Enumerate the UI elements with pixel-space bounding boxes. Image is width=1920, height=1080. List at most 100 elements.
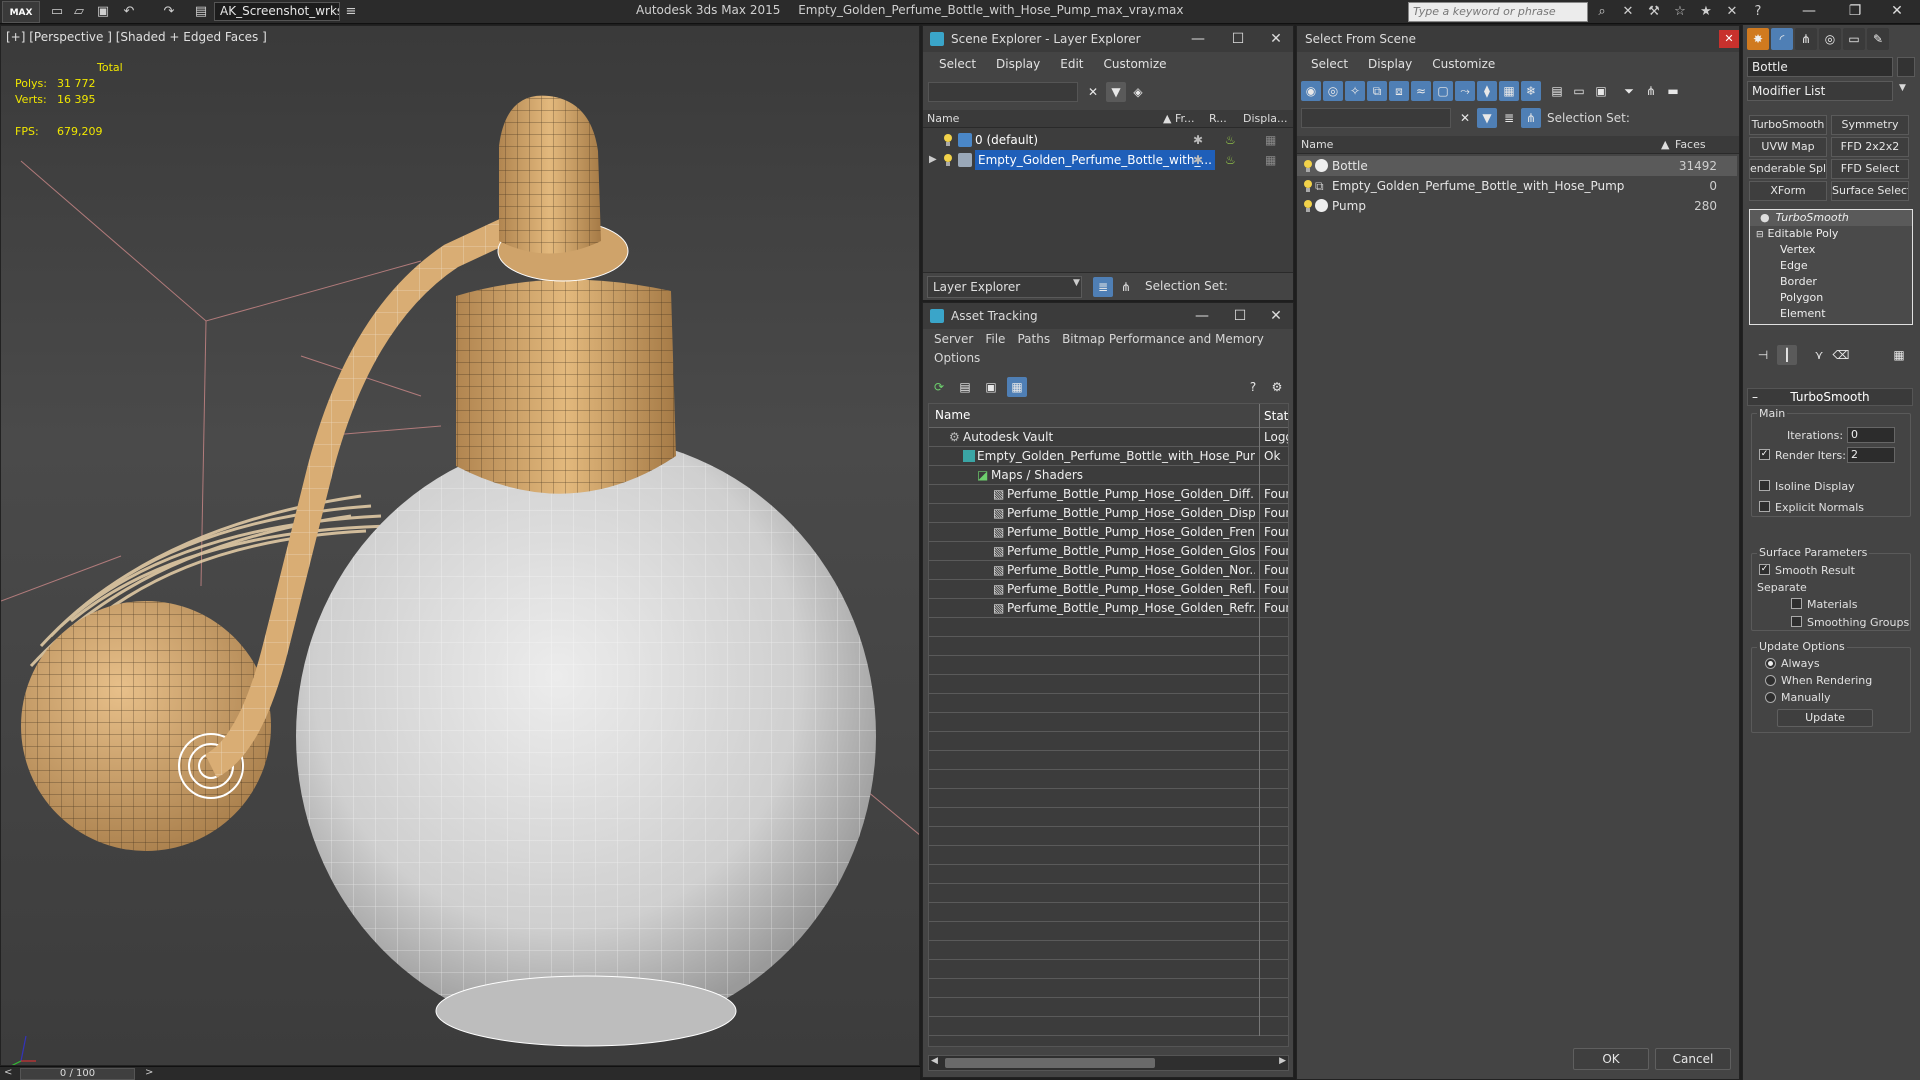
display-icon[interactable]: ▦	[1265, 150, 1276, 170]
always-radio[interactable]	[1765, 658, 1776, 669]
remove-modifier-icon[interactable]: ⌫	[1831, 345, 1851, 365]
symmetry-button[interactable]: Symmetry	[1831, 115, 1909, 135]
ss-menu-customize[interactable]: Customize	[1422, 52, 1505, 76]
lightbulb-icon[interactable]	[1303, 159, 1313, 173]
table-row[interactable]: ▧ Perfume_Bottle_Pump_Hose_Golden_Refr..…	[929, 599, 1288, 618]
stack-item-editable-poly[interactable]: ⊟ Editable Poly	[1750, 226, 1912, 242]
explorer-type-dropdown[interactable]: Layer Explorer	[927, 276, 1082, 298]
binoculars-icon[interactable]: ⌕	[1592, 2, 1612, 22]
at-menu-options[interactable]: Options	[934, 351, 980, 365]
object-name-field[interactable]: Bottle	[1747, 57, 1893, 77]
scene-explorer-search-input[interactable]	[928, 82, 1078, 102]
layers-icon[interactable]: ≣	[1499, 108, 1519, 128]
layers-icon[interactable]: ≣	[1093, 277, 1113, 297]
select-scene-close-button[interactable]: ✕	[1719, 30, 1739, 48]
cameras-filter-icon[interactable]: ⧉	[1367, 81, 1387, 101]
when-rendering-radio[interactable]	[1765, 675, 1776, 686]
chevron-down-icon[interactable]: ▼	[1073, 278, 1080, 288]
isoline-display-checkbox[interactable]	[1759, 480, 1770, 491]
project-folder-icon[interactable]: ▤	[192, 3, 210, 21]
horizontal-scrollbar[interactable]: ◀ ▶	[928, 1055, 1289, 1071]
expand-arrow-icon[interactable]: ▶	[929, 150, 937, 170]
hierarchy-icon[interactable]: ⋔	[1116, 277, 1136, 297]
ffd-select-button[interactable]: FFD Select	[1831, 159, 1909, 179]
at-menu-bitmap-performance[interactable]: Bitmap Performance and Memory	[1056, 329, 1270, 349]
at-menu-paths[interactable]: Paths	[1011, 329, 1056, 349]
stack-item-border[interactable]: Border	[1750, 274, 1912, 290]
cancel-button[interactable]: Cancel	[1655, 1048, 1731, 1070]
layer-add-icon[interactable]: ◈	[1128, 82, 1148, 102]
se-col-render[interactable]: R...	[1209, 112, 1227, 125]
modify-tab-icon[interactable]: ◜	[1771, 28, 1793, 50]
time-slider[interactable]: 0 / 100	[20, 1068, 135, 1080]
modifier-list-dropdown[interactable]: Modifier List	[1747, 81, 1893, 101]
refresh-icon[interactable]: ⟳	[929, 377, 949, 397]
stack-item-turbosmooth[interactable]: ● TurboSmooth	[1750, 210, 1912, 226]
scroll-right-icon[interactable]: ▶	[1279, 1056, 1286, 1066]
xform-button[interactable]: XForm	[1749, 181, 1827, 201]
pin-stack-icon[interactable]: ⊣	[1753, 345, 1773, 365]
display-icon[interactable]: ▦	[1265, 130, 1276, 150]
scroll-thumb[interactable]	[945, 1058, 1155, 1068]
clear-search-icon[interactable]: ✕	[1083, 82, 1103, 102]
restore-button[interactable]: ❐	[1832, 0, 1878, 24]
sort-up-icon[interactable]: ▲	[1661, 138, 1669, 151]
renderable-spline-button[interactable]: enderable Splin	[1749, 159, 1827, 179]
redo-icon[interactable]: ↷	[160, 3, 178, 21]
collapse-minus-icon[interactable]: –	[1752, 389, 1758, 405]
table-row[interactable]: ⚙ Autodesk Vault Logged	[929, 428, 1288, 447]
save-icon[interactable]: ▣	[94, 3, 112, 21]
at-maximize-button[interactable]: ☐	[1225, 303, 1255, 329]
bones-filter-icon[interactable]: ⧫	[1477, 81, 1497, 101]
ss-col-faces[interactable]: Faces	[1675, 138, 1706, 151]
favorites-icon[interactable]: ★	[1696, 2, 1716, 22]
ss-col-name[interactable]: Name	[1301, 138, 1333, 151]
scroll-left-icon[interactable]: ◀	[931, 1056, 938, 1066]
hierarchy-filter-icon[interactable]: ⋔	[1641, 81, 1661, 101]
se-menu-display[interactable]: Display	[986, 52, 1050, 76]
help-icon[interactable]: ?	[1243, 377, 1263, 397]
list-item[interactable]: Pump 280	[1297, 196, 1737, 216]
table-row[interactable]: ▧ Perfume_Bottle_Pump_Hose_Golden_Refl..…	[929, 580, 1288, 599]
lights-filter-icon[interactable]: ✧	[1345, 81, 1365, 101]
ffd-2x2x2-button[interactable]: FFD 2x2x2	[1831, 137, 1909, 157]
select-none-icon[interactable]: ▭	[1569, 81, 1589, 101]
undo-icon[interactable]: ↶	[120, 3, 138, 21]
select-scene-search-input[interactable]	[1301, 108, 1451, 128]
app-logo[interactable]: MAX	[2, 1, 40, 23]
workspace-menu-icon[interactable]: ≡	[342, 3, 360, 21]
settings-icon[interactable]: ⚙	[1267, 377, 1287, 397]
select-all-icon[interactable]: ▤	[1547, 81, 1567, 101]
table-row[interactable]: Empty_Golden_Perfume_Bottle_with_Hose_Pu…	[929, 447, 1288, 466]
stack-item-element[interactable]: Element	[1750, 306, 1912, 322]
se-col-display[interactable]: Displa...	[1243, 112, 1288, 125]
iterations-spinner[interactable]: 0	[1847, 427, 1895, 443]
at-menu-file[interactable]: File	[979, 329, 1011, 349]
se-col-name[interactable]: Name	[927, 112, 959, 125]
open-file-icon[interactable]: ▱	[70, 3, 88, 21]
configure-sets-icon[interactable]: ▦	[1889, 345, 1909, 365]
se-menu-edit[interactable]: Edit	[1050, 52, 1093, 76]
communication-icon[interactable]: ☆	[1670, 2, 1690, 22]
manually-radio[interactable]	[1765, 692, 1776, 703]
list-item[interactable]: ⧉ Empty_Golden_Perfume_Bottle_with_Hose_…	[1297, 176, 1737, 196]
help-icon[interactable]: ?	[1748, 2, 1768, 22]
table-row[interactable]: ▧ Perfume_Bottle_Pump_Hose_Golden_Glos..…	[929, 542, 1288, 561]
scene-explorer-maximize-button[interactable]: ☐	[1223, 26, 1253, 52]
at-col-name[interactable]: Name	[935, 408, 970, 422]
render-teapot-icon[interactable]: ♨	[1225, 130, 1236, 150]
ss-menu-select[interactable]: Select	[1301, 52, 1358, 76]
explicit-normals-checkbox[interactable]	[1759, 501, 1770, 512]
table-view-icon[interactable]: ▦	[1007, 377, 1027, 397]
scene-explorer-close-button[interactable]: ✕	[1261, 26, 1291, 52]
minimize-button[interactable]: —	[1786, 0, 1832, 24]
lightbulb-icon[interactable]	[1303, 179, 1313, 193]
at-close-button[interactable]: ✕	[1261, 303, 1291, 329]
stack-item-edge[interactable]: Edge	[1750, 258, 1912, 274]
containers-filter-icon[interactable]: ▦	[1499, 81, 1519, 101]
viewport-label[interactable]: [+] [Perspective ] [Shaded + Edged Faces…	[6, 30, 267, 44]
render-teapot-icon[interactable]: ♨	[1225, 150, 1236, 170]
stack-item-vertex[interactable]: Vertex	[1750, 242, 1912, 258]
list-item[interactable]: Bottle 31492	[1297, 156, 1737, 176]
timeline-next-button[interactable]: >	[145, 1067, 153, 1078]
